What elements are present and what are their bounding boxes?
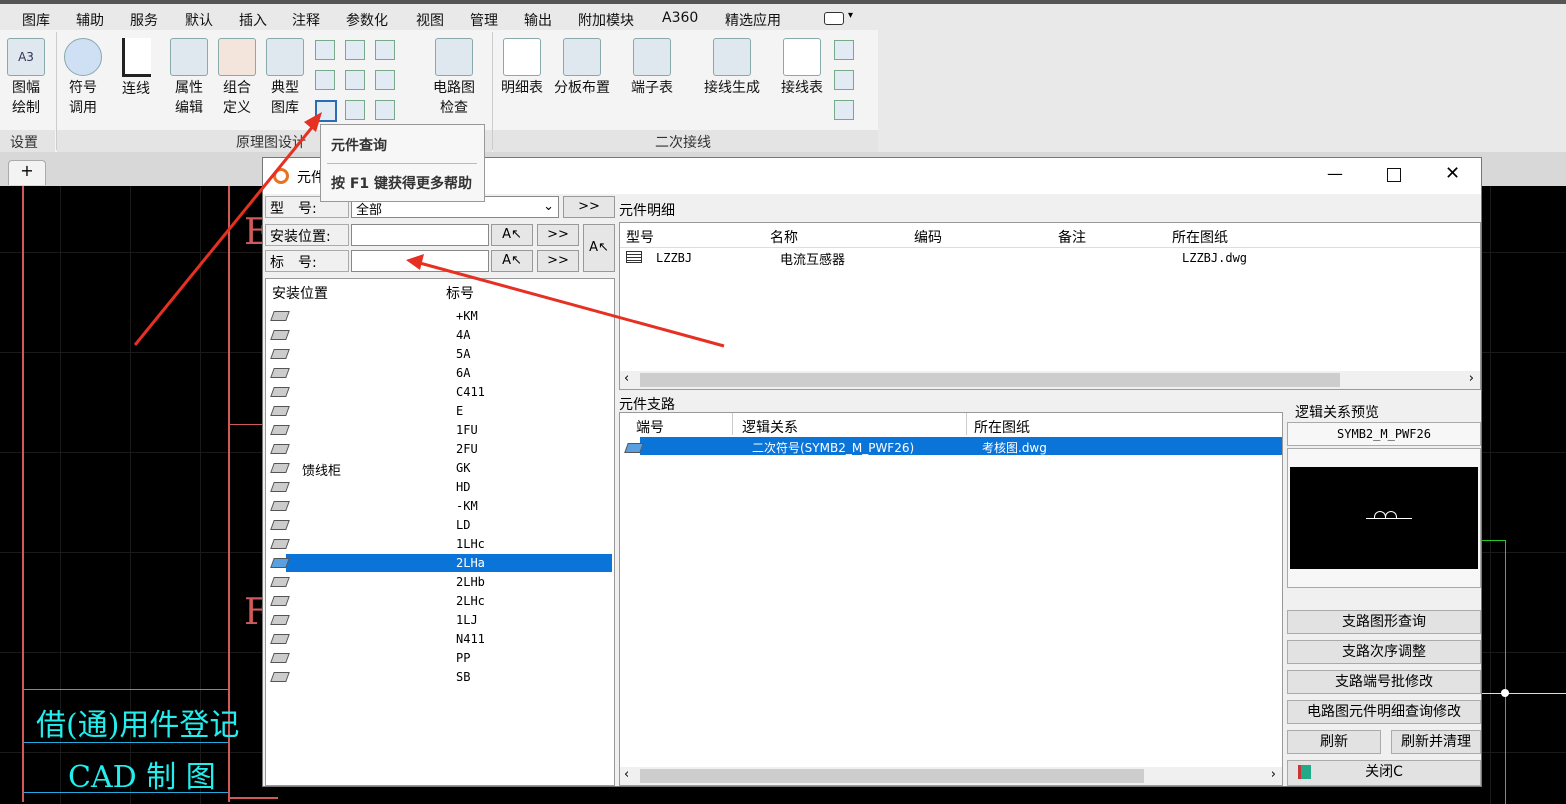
annotation-arrows [133, 112, 725, 348]
